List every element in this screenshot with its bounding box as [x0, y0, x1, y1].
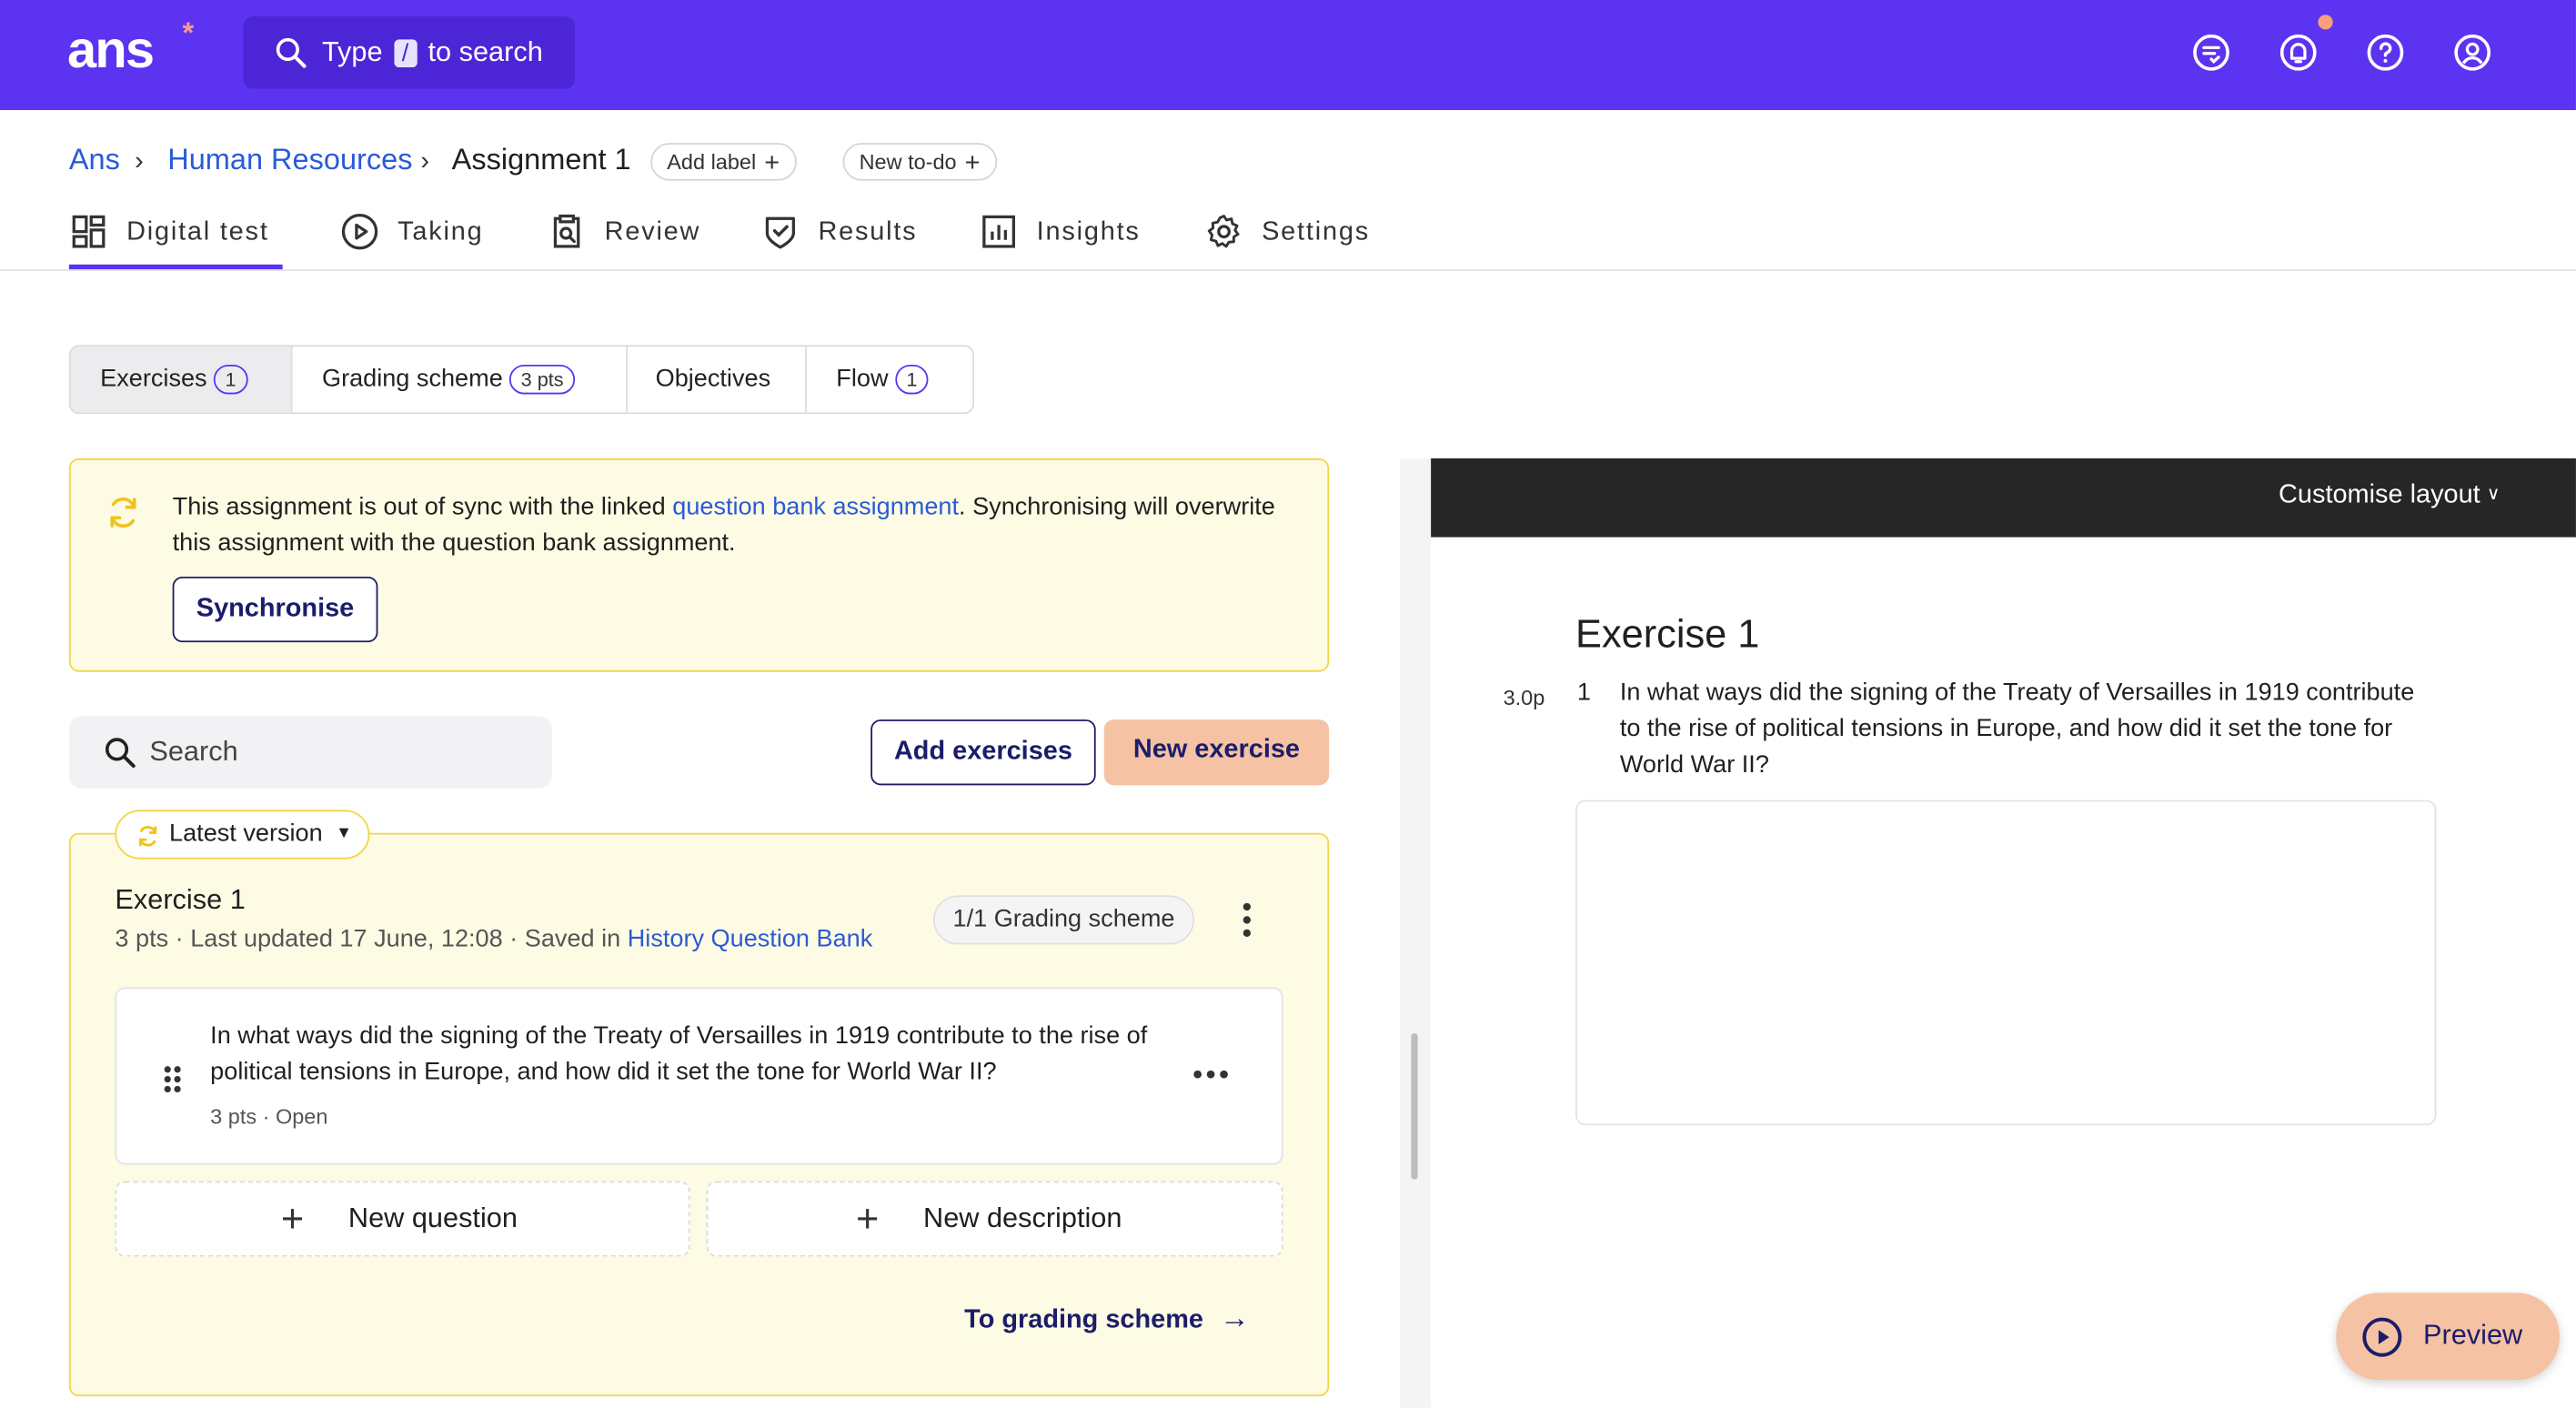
breadcrumb-separator: ›	[135, 147, 144, 176]
sync-notice-text: This assignment is out of sync with the …	[173, 489, 1290, 561]
plus-icon: +	[764, 149, 780, 178]
tab-label: Digital test	[126, 218, 269, 246]
exercise-subtabs: Exercises 1 Grading scheme 3 pts Objective…	[68, 345, 975, 415]
caret-down-icon: ▼	[336, 824, 353, 843]
add-label-button[interactable]: Add label +	[650, 143, 797, 181]
exercise-meta: 3 pts · Last updated 17 June, 12:08 · Sa…	[115, 925, 872, 953]
version-dropdown[interactable]: Latest version ▼	[115, 810, 370, 860]
chat-icon[interactable]	[2191, 33, 2230, 72]
exercise-meta-text: 3 pts · Last updated 17 June, 12:08 · Sa…	[115, 924, 628, 953]
question-item[interactable]: In what ways did the signing of the Trea…	[115, 987, 1283, 1165]
new-description-label: New description	[923, 1202, 1122, 1234]
subtab-flow[interactable]: Flow 1	[804, 347, 972, 413]
split-pane-gutter	[1399, 458, 1432, 1408]
shield-check-icon	[765, 216, 795, 249]
question-meta: 3 pts · Open	[210, 1103, 328, 1129]
preview-question-number: 1	[1576, 678, 1591, 707]
search-hint-prefix: Type	[321, 35, 383, 68]
add-label-text: Add label	[667, 149, 757, 175]
more-vertical-icon[interactable]	[1233, 900, 1263, 940]
plus-icon: +	[964, 149, 981, 178]
breadcrumb-ans[interactable]: Ans	[69, 143, 120, 177]
sync-icon	[110, 497, 136, 528]
question-bank-link[interactable]: History Question Bank	[628, 925, 873, 953]
subtab-label: Grading scheme	[321, 364, 503, 393]
search-icon	[276, 37, 307, 68]
split-pane-handle[interactable]	[1411, 1033, 1418, 1180]
logo-mark: *	[182, 16, 195, 50]
chevron-down-icon: ∨	[2486, 484, 2501, 505]
answer-textarea[interactable]	[1575, 800, 2437, 1126]
logo[interactable]: ans	[67, 20, 155, 81]
user-icon[interactable]	[2453, 33, 2492, 72]
customise-layout-label: Customise layout	[2279, 481, 2480, 509]
preview-button[interactable]: Preview	[2336, 1292, 2560, 1381]
to-grading-label: To grading scheme	[964, 1305, 1203, 1334]
question-bank-link[interactable]: question bank assignment	[672, 493, 959, 521]
sync-notice: This assignment is out of sync with the …	[68, 458, 1330, 672]
grading-scheme-badge[interactable]: 1/1 Grading scheme	[932, 895, 1195, 945]
exercise-search-input[interactable]: Search	[68, 716, 552, 789]
gear-icon	[1207, 215, 1240, 248]
tab-label: Review	[604, 218, 701, 246]
top-bar: ans * Type / to search	[0, 0, 2576, 111]
tab-label: Taking	[397, 218, 484, 246]
breadcrumb-separator: ›	[420, 147, 429, 176]
bar-chart-icon	[982, 215, 1015, 248]
breadcrumb-human-resources[interactable]: Human Resources	[167, 143, 412, 177]
new-todo-button[interactable]: New to-do +	[842, 143, 997, 181]
new-description-button[interactable]: + New description	[706, 1181, 1283, 1257]
count-badge: 1	[213, 364, 248, 395]
arrow-right-icon: →	[1220, 1301, 1250, 1334]
to-grading-scheme-link[interactable]: To grading scheme →	[964, 1301, 1249, 1335]
plus-icon: +	[855, 1197, 880, 1242]
subtab-label: Objectives	[655, 364, 771, 393]
subtab-exercises[interactable]: Exercises 1	[70, 347, 291, 413]
breadcrumb-current: Assignment 1	[451, 143, 631, 176]
points-badge: 3 pts	[509, 364, 576, 395]
global-search-placeholder: Type / to search	[322, 36, 543, 69]
new-exercise-button[interactable]: New exercise	[1103, 719, 1330, 786]
nav-divider	[0, 269, 2576, 272]
exercise-title: Exercise 1	[115, 883, 246, 915]
tab-label: Settings	[1262, 218, 1370, 246]
search-placeholder: Search	[149, 736, 238, 768]
bell-icon[interactable]	[2279, 33, 2318, 72]
tab-label: Insights	[1036, 218, 1141, 246]
question-text: In what ways did the signing of the Trea…	[210, 1021, 1148, 1086]
search-hint-suffix: to search	[428, 35, 543, 68]
subtab-label: Exercises	[100, 364, 207, 393]
drag-handle-icon[interactable]	[163, 1064, 183, 1094]
synchronise-button[interactable]: Synchronise	[172, 576, 378, 643]
more-horizontal-icon[interactable]	[1192, 1068, 1229, 1081]
dashboard-icon	[72, 215, 106, 248]
customise-layout-button[interactable]: Customise layout ∨	[2279, 481, 2500, 511]
subtab-grading-scheme[interactable]: Grading scheme 3 pts	[290, 347, 626, 413]
notice-text-before: This assignment is out of sync with the …	[172, 492, 673, 521]
play-icon	[2362, 1317, 2402, 1357]
notification-dot	[2318, 15, 2333, 30]
count-badge: 1	[894, 364, 930, 395]
plus-icon: +	[280, 1197, 305, 1242]
clipboard-search-icon	[553, 214, 580, 248]
subtab-label: Flow	[836, 364, 889, 393]
search-icon	[105, 738, 136, 769]
preview-question-text: In what ways did the signing of the Trea…	[1619, 678, 2415, 779]
search-shortcut-key: /	[393, 39, 418, 68]
tab-label: Results	[818, 218, 918, 246]
subtab-objectives[interactable]: Objectives	[626, 347, 805, 413]
preview-label: Preview	[2422, 1319, 2523, 1351]
play-icon	[341, 213, 378, 250]
add-exercises-button[interactable]: Add exercises	[870, 719, 1096, 786]
new-question-button[interactable]: + New question	[115, 1181, 690, 1257]
preview-points: 3.0p	[1503, 685, 1545, 710]
global-search[interactable]: Type / to search	[243, 16, 576, 89]
new-question-label: New question	[347, 1202, 518, 1234]
new-todo-text: New to-do	[859, 149, 957, 175]
version-label: Latest version	[169, 820, 323, 848]
sync-icon	[138, 826, 157, 847]
preview-exercise-title: Exercise 1	[1575, 612, 1760, 658]
help-icon[interactable]	[2366, 33, 2405, 72]
